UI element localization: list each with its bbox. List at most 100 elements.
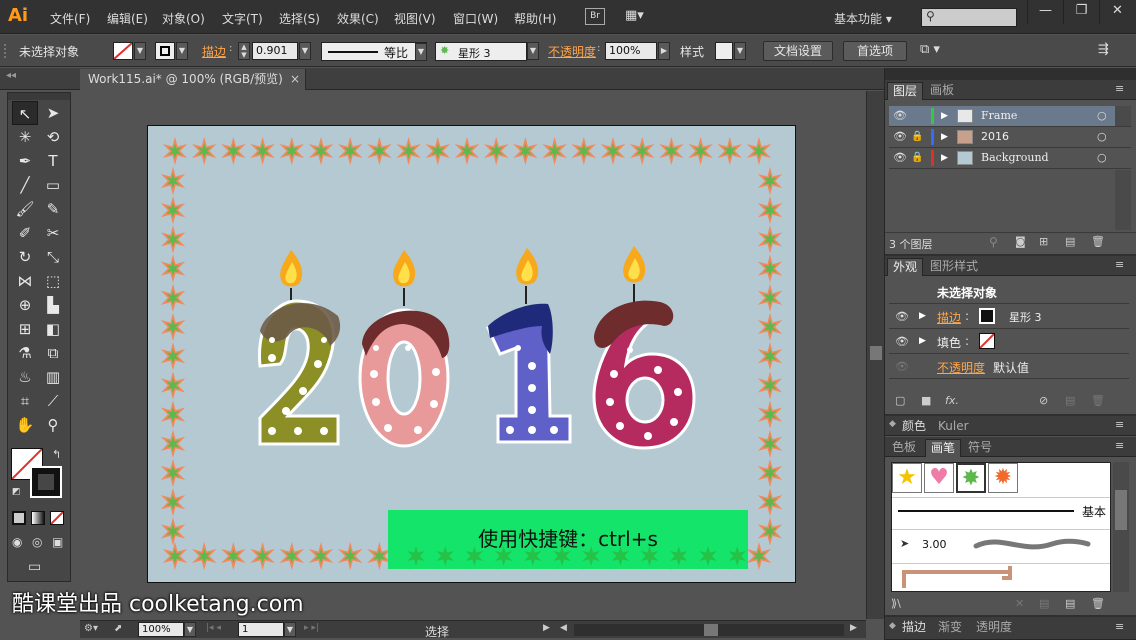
- opacity-link[interactable]: 不透明度: [937, 359, 985, 376]
- collapse-arrow-icon[interactable]: ◆: [889, 621, 896, 631]
- collapse-arrow-icon[interactable]: ◆: [889, 419, 896, 429]
- tab-transparency[interactable]: 透明度: [971, 619, 1017, 637]
- magic-wand-tool-icon[interactable]: ✳: [12, 125, 38, 149]
- scroll-right-icon[interactable]: ▶: [850, 623, 857, 633]
- column-graph-tool-icon[interactable]: ▥: [40, 365, 66, 389]
- expand-arrow-icon[interactable]: ▶: [919, 311, 926, 321]
- next-artboard-icon[interactable]: ▸ ▸|: [304, 623, 319, 633]
- panel-menu-icon[interactable]: ≡: [1115, 418, 1124, 431]
- target-circle-icon[interactable]: ○: [1097, 148, 1107, 168]
- brush-libraries-icon[interactable]: ⟫\: [891, 597, 901, 610]
- stroke-swatch[interactable]: [979, 308, 995, 324]
- first-artboard-icon[interactable]: |◂ ◂: [206, 623, 221, 633]
- pencil-tool-icon[interactable]: ✎: [40, 197, 66, 221]
- isolate-icon[interactable]: ⧉ ▾: [920, 42, 940, 57]
- expand-arrow-icon[interactable]: ▶: [919, 336, 926, 346]
- stroke-weight-field[interactable]: 0.901: [252, 42, 298, 60]
- stroke-swatch[interactable]: [155, 42, 175, 60]
- remove-brush-stroke-icon[interactable]: ✕: [1015, 597, 1024, 610]
- screen-mode-icon[interactable]: ▭: [28, 559, 41, 575]
- hand-tool-icon[interactable]: ✋: [12, 413, 38, 437]
- document-tab[interactable]: Work115.ai* @ 100% (RGB/预览) ×: [80, 69, 306, 90]
- collapse-toolbar-icon[interactable]: ◂◂: [6, 70, 16, 81]
- h-scroll-thumb[interactable]: [704, 624, 718, 636]
- pen-tool-icon[interactable]: ✒: [12, 149, 38, 173]
- scroll-left-icon[interactable]: ◀: [560, 623, 567, 633]
- profile-select[interactable]: 等比: [321, 42, 427, 61]
- appearance-stroke-row[interactable]: 👁 ▶ 描边 : 星形 3: [889, 305, 1129, 329]
- visibility-eye-icon[interactable]: 👁: [895, 310, 909, 323]
- layer-row-background[interactable]: 👁 🔒 ▶ Background ○: [889, 148, 1131, 169]
- scroll-thumb[interactable]: [870, 346, 882, 360]
- gradient-mode-icon[interactable]: [31, 511, 45, 525]
- target-circle-icon[interactable]: ○: [1097, 106, 1107, 126]
- preferences-button[interactable]: 首选项: [843, 41, 907, 61]
- add-stroke-icon[interactable]: ▢: [895, 394, 905, 407]
- maximize-button[interactable]: ❐: [1063, 0, 1099, 24]
- locate-object-icon[interactable]: ⚲: [989, 235, 998, 249]
- add-fill-icon[interactable]: ■: [921, 394, 931, 407]
- stroke-stepper[interactable]: ▲ ▼: [238, 42, 250, 60]
- draw-behind-icon[interactable]: ◎: [32, 535, 42, 549]
- status-arrow-icon[interactable]: ▶: [543, 623, 550, 633]
- appearance-opacity-row[interactable]: 👁 不透明度 默认值: [889, 355, 1129, 379]
- expand-arrow-icon[interactable]: ▶: [941, 127, 948, 147]
- type-tool-icon[interactable]: T: [40, 149, 66, 173]
- eyedropper-tool-icon[interactable]: ⚗: [12, 341, 38, 365]
- stroke-label[interactable]: 描边: [202, 43, 226, 60]
- default-colors-icon[interactable]: ◩: [12, 487, 21, 497]
- new-brush-icon[interactable]: ▤: [1065, 597, 1075, 610]
- tab-symbols[interactable]: 符号: [963, 439, 997, 457]
- appearance-fill-row[interactable]: 👁 ▶ 填色 :: [889, 330, 1129, 354]
- tab-color[interactable]: 颜色: [897, 418, 931, 436]
- layer-row-2016[interactable]: 👁 🔒 ▶ 2016 ○: [889, 127, 1131, 148]
- layers-scrollbar[interactable]: [1115, 170, 1131, 230]
- opacity-dropdown[interactable]: ▶: [658, 42, 670, 60]
- add-effect-icon[interactable]: fx.: [945, 394, 959, 407]
- fill-swatch[interactable]: [979, 333, 995, 349]
- color-mode-icon[interactable]: [12, 511, 26, 525]
- layer-row-frame[interactable]: 👁 ▶ Frame ○: [889, 106, 1131, 127]
- width-tool-icon[interactable]: ⋈: [12, 269, 38, 293]
- tab-stroke[interactable]: 描边: [897, 619, 931, 637]
- target-circle-icon[interactable]: ○: [1097, 127, 1107, 147]
- options-icon[interactable]: ▤: [1039, 597, 1049, 610]
- brush-select[interactable]: ✸ 星形 3: [435, 42, 527, 61]
- status-menu-icon[interactable]: ⚙▾: [84, 623, 98, 634]
- search-input[interactable]: ⚲: [921, 8, 1017, 27]
- visibility-eye-icon[interactable]: 👁: [893, 106, 907, 126]
- expand-arrow-icon[interactable]: ▶: [941, 148, 948, 168]
- menu-type[interactable]: 文字(T): [222, 10, 263, 27]
- burst-brush-icon[interactable]: ✹: [988, 463, 1018, 493]
- panel-menu-icon[interactable]: ⇶: [1098, 42, 1109, 57]
- style-dropdown[interactable]: ▼: [734, 42, 746, 60]
- brushes-scrollbar[interactable]: [1113, 462, 1129, 592]
- free-transform-tool-icon[interactable]: ⬚: [40, 269, 66, 293]
- tab-close-icon[interactable]: ×: [290, 69, 300, 89]
- close-button[interactable]: ✕: [1099, 0, 1135, 24]
- style-swatch[interactable]: [715, 42, 733, 60]
- menu-edit[interactable]: 编辑(E): [107, 10, 148, 27]
- slice-tool-icon[interactable]: ⟋: [40, 389, 66, 413]
- tab-swatches[interactable]: 色板: [887, 439, 921, 457]
- shape-builder-tool-icon[interactable]: ⊕: [12, 293, 38, 317]
- create-sublayer-icon[interactable]: ⊞: [1039, 235, 1048, 248]
- delete-layer-icon[interactable]: 🗑: [1091, 235, 1105, 248]
- heart-brush-icon[interactable]: ♥: [924, 463, 954, 493]
- perspective-grid-tool-icon[interactable]: ▙: [40, 293, 66, 317]
- minimize-button[interactable]: —: [1027, 0, 1063, 24]
- new-layer-icon[interactable]: ▤: [1065, 235, 1075, 248]
- brush-dropdown[interactable]: ▼: [527, 42, 539, 60]
- tab-kuler[interactable]: Kuler: [933, 418, 974, 436]
- menu-object[interactable]: 对象(O): [162, 10, 205, 27]
- scale-tool-icon[interactable]: ⤡: [40, 245, 66, 269]
- artboard-dropdown[interactable]: ▼: [284, 622, 296, 637]
- blend-tool-icon[interactable]: ⧉: [40, 341, 66, 365]
- lock-icon[interactable]: 🔒: [911, 148, 923, 168]
- basic-brush-row[interactable]: 基本: [892, 497, 1110, 523]
- workspace-switcher[interactable]: 基本功能 ▾: [834, 10, 892, 27]
- line-tool-icon[interactable]: ╱: [12, 173, 38, 197]
- rectangle-tool-icon[interactable]: ▭: [40, 173, 66, 197]
- pattern-brush-row[interactable]: [892, 563, 1110, 593]
- profile-dropdown[interactable]: ▼: [415, 43, 427, 61]
